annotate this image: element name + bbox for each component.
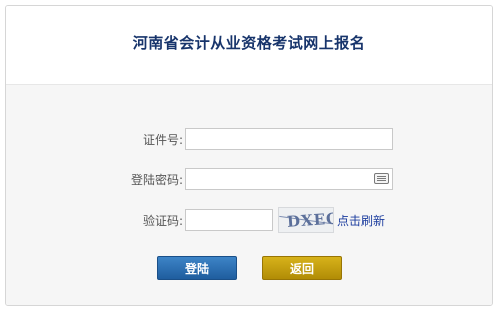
id-label: 证件号: <box>142 133 183 147</box>
refresh-captcha-link[interactable]: 点击刷新 <box>337 209 385 233</box>
captcha-image-text: DXEO <box>286 209 334 231</box>
back-button[interactable]: 返回 <box>262 256 342 280</box>
captcha-input[interactable] <box>185 209 273 231</box>
login-button[interactable]: 登陆 <box>157 256 237 280</box>
id-number-input[interactable] <box>185 128 393 150</box>
password-input[interactable] <box>185 168 393 190</box>
captcha-label: 验证码: <box>142 214 183 228</box>
login-form: 证件号: 登陆密码: 验证码: DXEO 点击刷新 登陆 返回 <box>6 85 492 305</box>
card-header: 河南省会计从业资格考试网上报名 <box>6 6 492 85</box>
captcha-row: 验证码: DXEO 点击刷新 <box>6 207 492 233</box>
keyboard-icon[interactable] <box>374 173 389 184</box>
id-row: 证件号: <box>6 128 492 152</box>
page-title: 河南省会计从业资格考试网上报名 <box>132 33 366 52</box>
password-row: 登陆密码: <box>6 168 492 192</box>
login-card: 河南省会计从业资格考试网上报名 证件号: 登陆密码: 验证码: DXEO 点击刷… <box>5 5 493 306</box>
password-label: 登陆密码: <box>130 173 183 187</box>
captcha-image[interactable]: DXEO <box>278 207 334 233</box>
